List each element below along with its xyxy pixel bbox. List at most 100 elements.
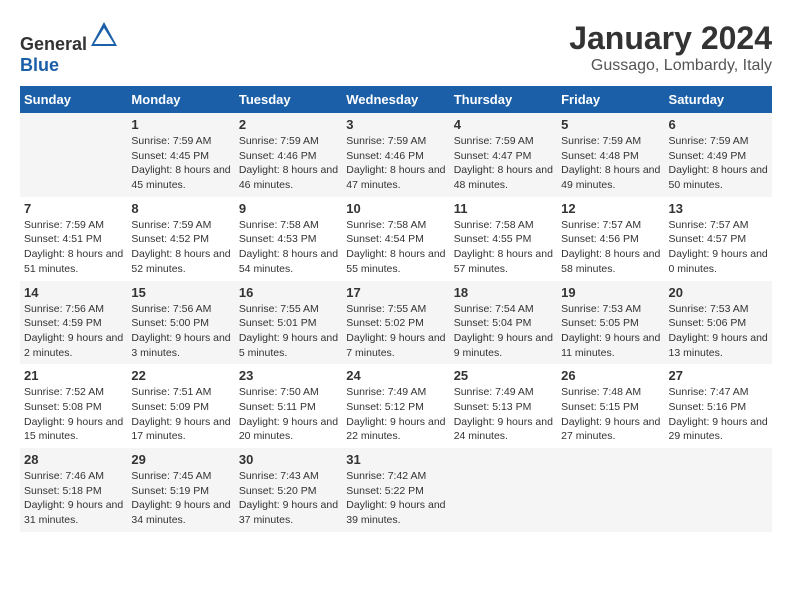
calendar-cell (665, 448, 772, 532)
day-number: 19 (561, 285, 660, 300)
cell-content: Sunrise: 7:56 AMSunset: 4:59 PMDaylight:… (24, 302, 123, 361)
cell-content: Sunrise: 7:58 AMSunset: 4:53 PMDaylight:… (239, 218, 338, 277)
day-number: 29 (131, 452, 230, 467)
calendar-cell: 30 Sunrise: 7:43 AMSunset: 5:20 PMDayligh… (235, 448, 342, 532)
cell-content: Sunrise: 7:59 AMSunset: 4:47 PMDaylight:… (454, 134, 553, 193)
month-title: January 2024 (569, 20, 772, 57)
calendar-week-row: 21 Sunrise: 7:52 AMSunset: 5:08 PMDayligh… (20, 364, 772, 448)
day-number: 20 (669, 285, 768, 300)
logo-general: General (20, 34, 87, 54)
calendar-cell: 22Sunrise: 7:51 AMSunset: 5:09 PMDayligh… (127, 364, 234, 448)
day-number: 24 (346, 368, 445, 383)
calendar-cell: 17 Sunrise: 7:55 AMSunset: 5:02 PMDayligh… (342, 281, 449, 365)
logo-blue: Blue (20, 55, 59, 75)
calendar-cell: 6 Sunrise: 7:59 AMSunset: 4:49 PMDaylight… (665, 113, 772, 197)
day-number: 14 (24, 285, 123, 300)
calendar-cell: 18 Sunrise: 7:54 AMSunset: 5:04 PMDayligh… (450, 281, 557, 365)
cell-content: Sunrise: 7:59 AMSunset: 4:46 PMDaylight:… (346, 134, 445, 193)
calendar-cell (450, 448, 557, 532)
calendar-cell: 9 Sunrise: 7:58 AMSunset: 4:53 PMDaylight… (235, 197, 342, 281)
day-number: 3 (346, 117, 445, 132)
calendar-week-row: 14 Sunrise: 7:56 AMSunset: 4:59 PMDayligh… (20, 281, 772, 365)
day-number: 23 (239, 368, 338, 383)
calendar-cell: 11 Sunrise: 7:58 AMSunset: 4:55 PMDayligh… (450, 197, 557, 281)
calendar-cell: 27Sunrise: 7:47 AMSunset: 5:16 PMDayligh… (665, 364, 772, 448)
calendar-cell: 12 Sunrise: 7:57 AMSunset: 4:56 PMDayligh… (557, 197, 664, 281)
title-block: January 2024 Gussago, Lombardy, Italy (569, 20, 772, 75)
day-number: 6 (669, 117, 768, 132)
day-number: 11 (454, 201, 553, 216)
cell-content: Sunrise: 7:47 AMSunset: 5:16 PMDaylight:… (669, 385, 768, 444)
calendar-cell: 15 Sunrise: 7:56 AMSunset: 5:00 PMDayligh… (127, 281, 234, 365)
calendar-cell: 10 Sunrise: 7:58 AMSunset: 4:54 PMDayligh… (342, 197, 449, 281)
calendar-cell: 16Sunrise: 7:55 AMSunset: 5:01 PMDayligh… (235, 281, 342, 365)
logo-icon (89, 20, 119, 50)
cell-content: Sunrise: 7:49 AMSunset: 5:13 PMDaylight:… (454, 385, 553, 444)
day-number: 10 (346, 201, 445, 216)
day-number: 28 (24, 452, 123, 467)
day-number: 26 (561, 368, 660, 383)
cell-content: Sunrise: 7:52 AMSunset: 5:08 PMDaylight:… (24, 385, 123, 444)
calendar-cell: 2 Sunrise: 7:59 AMSunset: 4:46 PMDaylight… (235, 113, 342, 197)
day-number: 13 (669, 201, 768, 216)
calendar-table: SundayMondayTuesdayWednesdayThursdayFrid… (20, 86, 772, 532)
weekday-header: Saturday (665, 86, 772, 113)
calendar-cell: 7Sunrise: 7:59 AMSunset: 4:51 PMDaylight… (20, 197, 127, 281)
cell-content: Sunrise: 7:53 AMSunset: 5:06 PMDaylight:… (669, 302, 768, 361)
cell-content: Sunrise: 7:59 AMSunset: 4:45 PMDaylight:… (131, 134, 230, 193)
calendar-cell: 3 Sunrise: 7:59 AMSunset: 4:46 PMDaylight… (342, 113, 449, 197)
calendar-cell: 26 Sunrise: 7:48 AMSunset: 5:15 PMDayligh… (557, 364, 664, 448)
day-number: 31 (346, 452, 445, 467)
cell-content: Sunrise: 7:59 AMSunset: 4:49 PMDaylight:… (669, 134, 768, 193)
calendar-cell: 25 Sunrise: 7:49 AMSunset: 5:13 PMDayligh… (450, 364, 557, 448)
cell-content: Sunrise: 7:45 AMSunset: 5:19 PMDaylight:… (131, 469, 230, 528)
page-header: General Blue January 2024 Gussago, Lomba… (20, 20, 772, 76)
day-number: 5 (561, 117, 660, 132)
day-number: 25 (454, 368, 553, 383)
day-number: 22 (131, 368, 230, 383)
calendar-cell: 31Sunrise: 7:42 AMSunset: 5:22 PMDayligh… (342, 448, 449, 532)
day-number: 30 (239, 452, 338, 467)
cell-content: Sunrise: 7:59 AMSunset: 4:48 PMDaylight:… (561, 134, 660, 193)
cell-content: Sunrise: 7:56 AMSunset: 5:00 PMDaylight:… (131, 302, 230, 361)
day-number: 9 (239, 201, 338, 216)
weekday-header-row: SundayMondayTuesdayWednesdayThursdayFrid… (20, 86, 772, 113)
cell-content: Sunrise: 7:43 AMSunset: 5:20 PMDaylight:… (239, 469, 338, 528)
cell-content: Sunrise: 7:58 AMSunset: 4:55 PMDaylight:… (454, 218, 553, 277)
day-number: 21 (24, 368, 123, 383)
cell-content: Sunrise: 7:54 AMSunset: 5:04 PMDaylight:… (454, 302, 553, 361)
weekday-header: Wednesday (342, 86, 449, 113)
cell-content: Sunrise: 7:50 AMSunset: 5:11 PMDaylight:… (239, 385, 338, 444)
calendar-cell: 21 Sunrise: 7:52 AMSunset: 5:08 PMDayligh… (20, 364, 127, 448)
calendar-cell: 14 Sunrise: 7:56 AMSunset: 4:59 PMDayligh… (20, 281, 127, 365)
day-number: 12 (561, 201, 660, 216)
day-number: 7 (24, 201, 123, 216)
day-number: 2 (239, 117, 338, 132)
cell-content: Sunrise: 7:57 AMSunset: 4:56 PMDaylight:… (561, 218, 660, 277)
cell-content: Sunrise: 7:55 AMSunset: 5:02 PMDaylight:… (346, 302, 445, 361)
calendar-cell (557, 448, 664, 532)
day-number: 8 (131, 201, 230, 216)
day-number: 18 (454, 285, 553, 300)
cell-content: Sunrise: 7:59 AMSunset: 4:46 PMDaylight:… (239, 134, 338, 193)
calendar-week-row: 28 Sunrise: 7:46 AMSunset: 5:18 PMDayligh… (20, 448, 772, 532)
weekday-header: Thursday (450, 86, 557, 113)
calendar-cell: 4Sunrise: 7:59 AMSunset: 4:47 PMDaylight… (450, 113, 557, 197)
cell-content: Sunrise: 7:46 AMSunset: 5:18 PMDaylight:… (24, 469, 123, 528)
calendar-cell: 23 Sunrise: 7:50 AMSunset: 5:11 PMDayligh… (235, 364, 342, 448)
calendar-cell: 20 Sunrise: 7:53 AMSunset: 5:06 PMDayligh… (665, 281, 772, 365)
calendar-cell: 8 Sunrise: 7:59 AMSunset: 4:52 PMDaylight… (127, 197, 234, 281)
cell-content: Sunrise: 7:58 AMSunset: 4:54 PMDaylight:… (346, 218, 445, 277)
day-number: 15 (131, 285, 230, 300)
cell-content: Sunrise: 7:49 AMSunset: 5:12 PMDaylight:… (346, 385, 445, 444)
day-number: 17 (346, 285, 445, 300)
calendar-cell: 28 Sunrise: 7:46 AMSunset: 5:18 PMDayligh… (20, 448, 127, 532)
logo: General Blue (20, 20, 119, 76)
cell-content: Sunrise: 7:48 AMSunset: 5:15 PMDaylight:… (561, 385, 660, 444)
calendar-cell: 1Sunrise: 7:59 AMSunset: 4:45 PMDaylight… (127, 113, 234, 197)
calendar-cell: 5 Sunrise: 7:59 AMSunset: 4:48 PMDaylight… (557, 113, 664, 197)
weekday-header: Monday (127, 86, 234, 113)
weekday-header: Friday (557, 86, 664, 113)
calendar-cell: 29 Sunrise: 7:45 AMSunset: 5:19 PMDayligh… (127, 448, 234, 532)
cell-content: Sunrise: 7:59 AMSunset: 4:52 PMDaylight:… (131, 218, 230, 277)
